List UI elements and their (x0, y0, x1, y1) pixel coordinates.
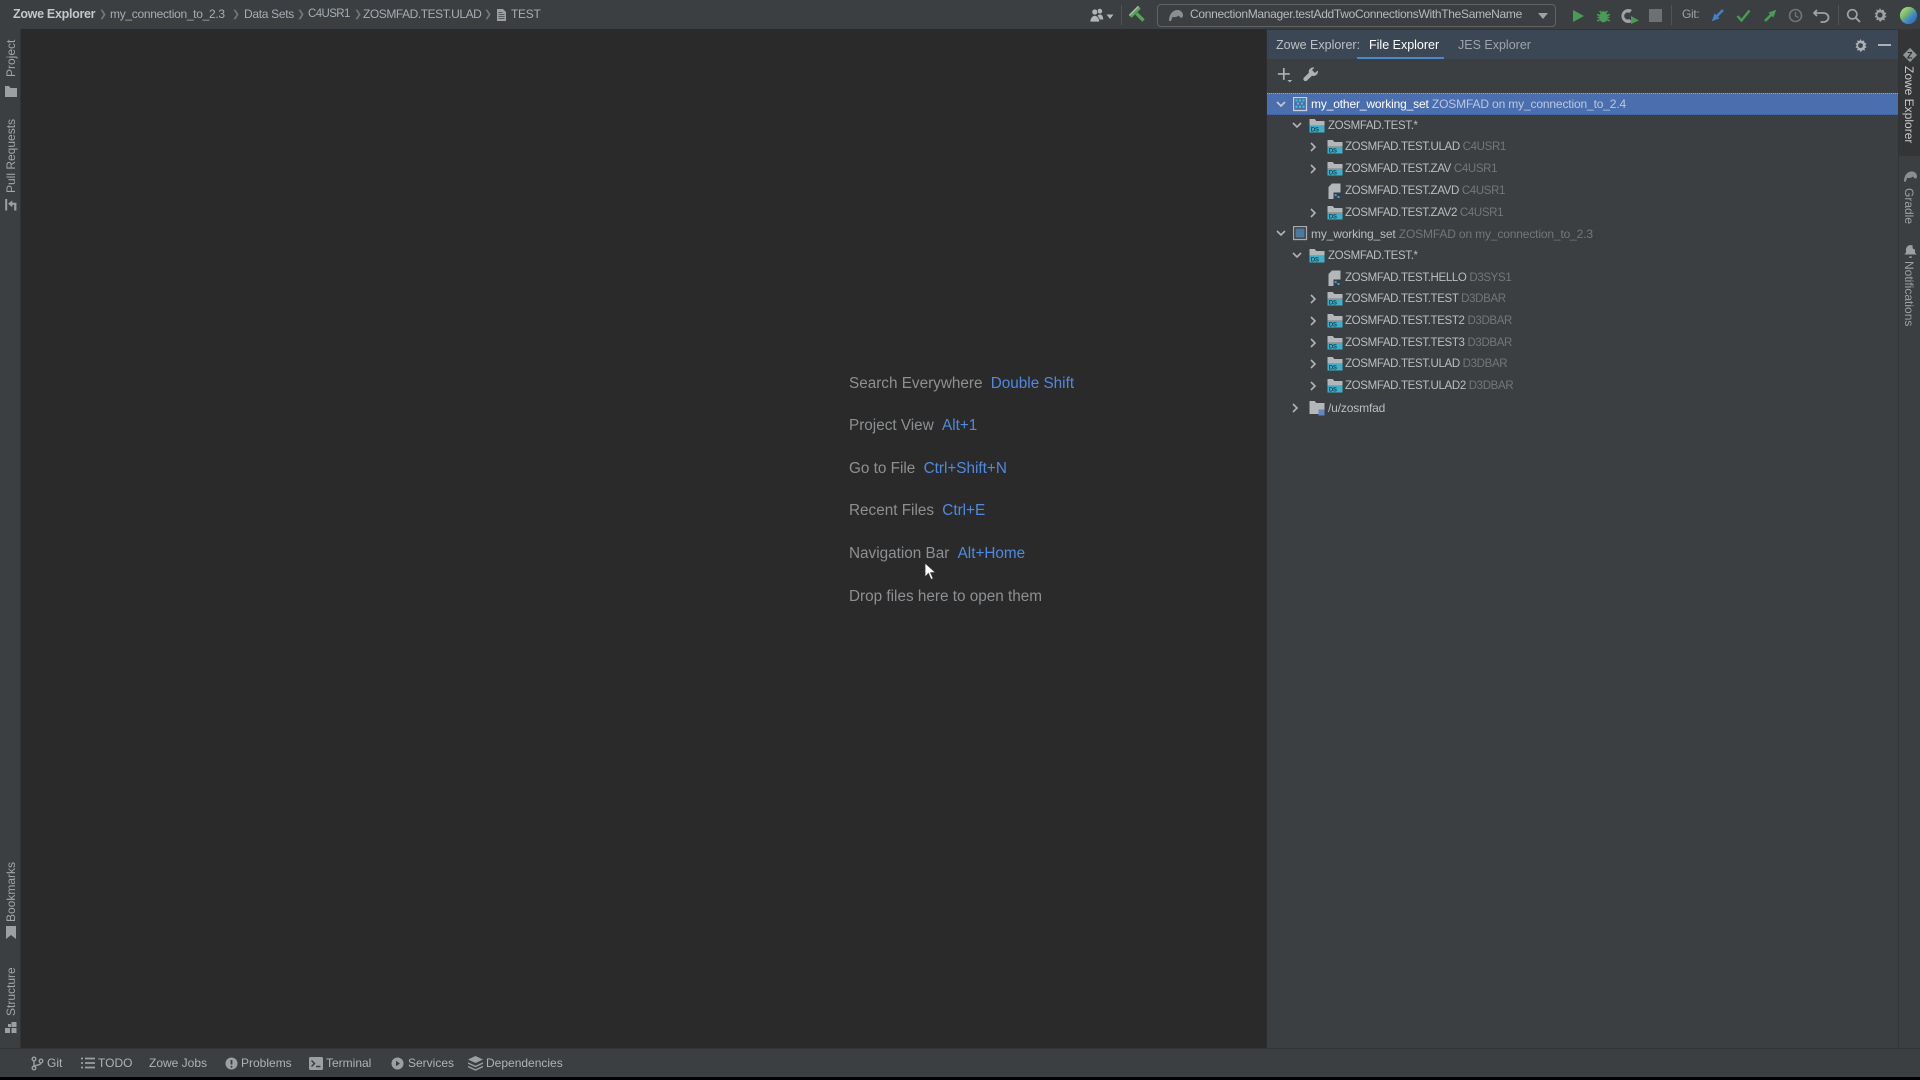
svg-text:DS: DS (1329, 213, 1337, 220)
svg-text:DS: DS (1329, 148, 1337, 155)
svg-text:DS: DS (1329, 321, 1337, 328)
svg-text:DS: DS (1329, 365, 1337, 372)
svg-text:DS: DS (1329, 343, 1337, 350)
svg-text:DS: DS (1311, 256, 1319, 263)
svg-text:DS: DS (1329, 169, 1337, 176)
svg-text:DS: DS (1311, 126, 1319, 133)
svg-text:Z: Z (1907, 51, 1913, 61)
svg-text:DS: DS (1329, 386, 1337, 393)
svg-text:DS: DS (1329, 300, 1337, 307)
